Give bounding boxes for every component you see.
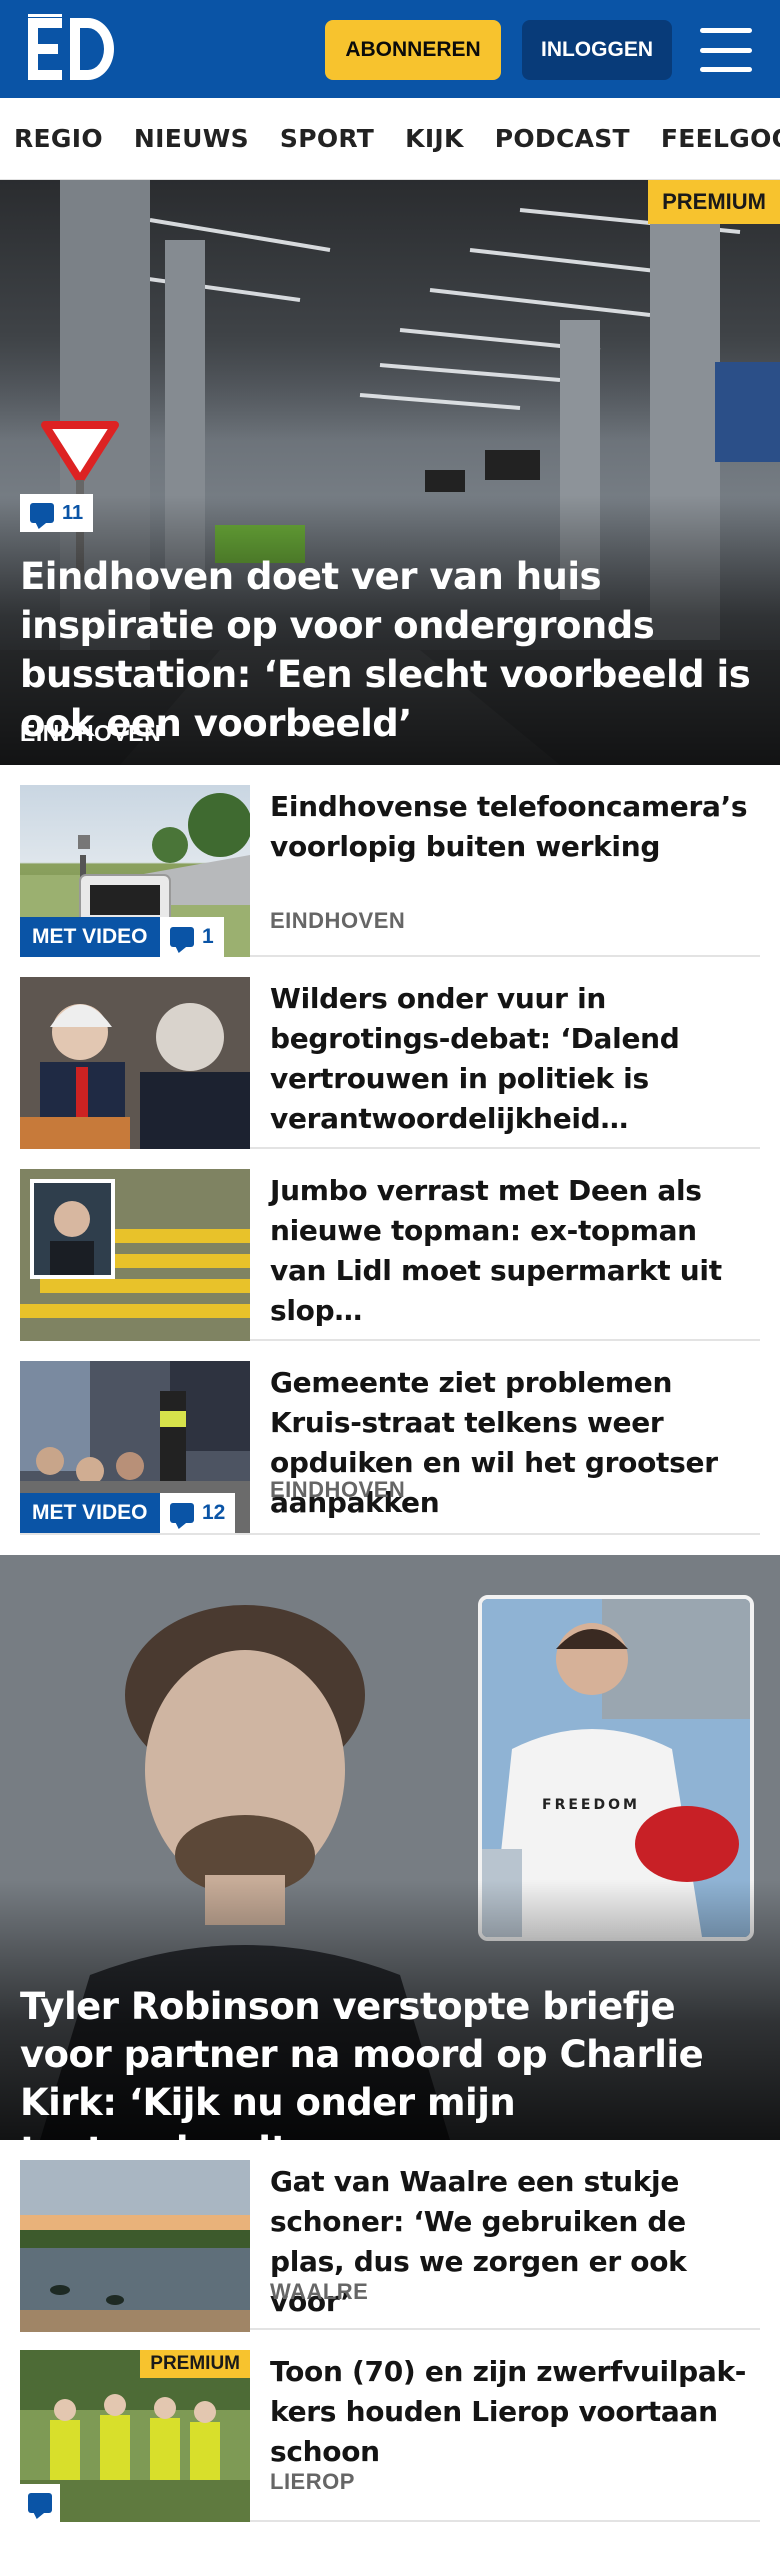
video-badge: MET VIDEO — [20, 1493, 160, 1533]
hero-article-secondary[interactable]: FREEDOM Tyler Robinson verstopte briefje… — [0, 1555, 780, 2140]
article-title[interactable]: Eindhovense telefooncamera’s voorlopig b… — [270, 787, 752, 867]
article-title[interactable]: Jumbo verrast met Deen als nieuwe topman… — [270, 1171, 752, 1331]
article-title[interactable]: Toon (70) en zijn zwerfvuilpak-kers houd… — [270, 2352, 752, 2472]
article-title[interactable]: Wilders onder vuur in begrotings-debat: … — [270, 979, 752, 1139]
nav-item-nieuws[interactable]: NIEUWS — [134, 124, 249, 153]
comment-count: 11 — [62, 501, 84, 524]
nav-item-podcast[interactable]: PODCAST — [495, 124, 630, 153]
menu-icon[interactable] — [700, 28, 752, 72]
list-item[interactable]: MET VIDEO 12 Gemeente ziet problemen Kru… — [20, 1341, 760, 1533]
hero2-title[interactable]: Tyler Robinson verstopte briefje voor pa… — [20, 1983, 766, 2140]
article-category[interactable]: LIEROP — [270, 2469, 355, 2495]
hero-title[interactable]: Eindhoven doet ver van huis inspiratie o… — [20, 552, 766, 748]
article-thumbnail — [20, 977, 250, 1149]
comment-icon — [170, 927, 194, 947]
premium-badge: PREMIUM — [648, 180, 780, 224]
comment-icon — [28, 2493, 52, 2513]
article-category[interactable]: WAALRE — [270, 2279, 368, 2305]
article-thumbnail — [20, 2160, 250, 2332]
premium-badge: PREMIUM — [140, 2350, 250, 2378]
nav-item-sport[interactable]: SPORT — [280, 124, 374, 153]
article-category[interactable]: EINDHOVEN — [270, 908, 405, 934]
shirt-text: FREEDOM — [542, 1797, 640, 1813]
comment-count-badge[interactable]: 11 — [20, 494, 94, 532]
comment-count-badge[interactable]: 1 — [160, 917, 224, 957]
list-item[interactable]: MET VIDEO 1 Eindhovense telefooncamera’s… — [20, 765, 760, 957]
hero-article[interactable]: PREMIUM 11 Eindhoven doet ver van huis i… — [0, 180, 780, 765]
list-item[interactable]: Wilders onder vuur in begrotings-debat: … — [20, 957, 760, 1149]
list-item[interactable]: PREMIUM Toon (70) en zijn zwerfvuilpak-k… — [20, 2330, 760, 2522]
nav-item-feelgood[interactable]: FEELGOOD — [661, 124, 780, 153]
nav-item-kijk[interactable]: KIJK — [405, 124, 464, 153]
nav-item-regio[interactable]: REGIO — [14, 124, 103, 153]
article-category[interactable]: EINDHOVEN — [270, 1477, 405, 1503]
top-bar: ABONNEREN INLOGGEN — [0, 0, 780, 98]
article-thumbnail: PREMIUM — [20, 2350, 250, 2522]
video-badge: MET VIDEO — [20, 917, 160, 957]
list-item[interactable]: Jumbo verrast met Deen als nieuwe topman… — [20, 1149, 760, 1341]
comment-count-badge[interactable]: 12 — [160, 1493, 236, 1533]
hero-category[interactable]: EINDHOVEN — [20, 720, 161, 747]
ed-logo[interactable] — [28, 14, 118, 84]
list-item[interactable]: Gat van Waalre een stukje schoner: ‘We g… — [20, 2140, 760, 2332]
comment-icon — [30, 503, 54, 523]
comment-icon-badge[interactable] — [20, 2484, 60, 2522]
article-thumbnail: MET VIDEO 1 — [20, 785, 250, 957]
comment-icon — [170, 1503, 194, 1523]
article-thumbnail: MET VIDEO 12 — [20, 1361, 250, 1533]
subscribe-button[interactable]: ABONNEREN — [325, 20, 501, 80]
section-nav: REGIO NIEUWS SPORT KIJK PODCAST FEELGOOD… — [0, 98, 780, 180]
login-button[interactable]: INLOGGEN — [522, 20, 672, 80]
article-thumbnail — [20, 1169, 250, 1341]
